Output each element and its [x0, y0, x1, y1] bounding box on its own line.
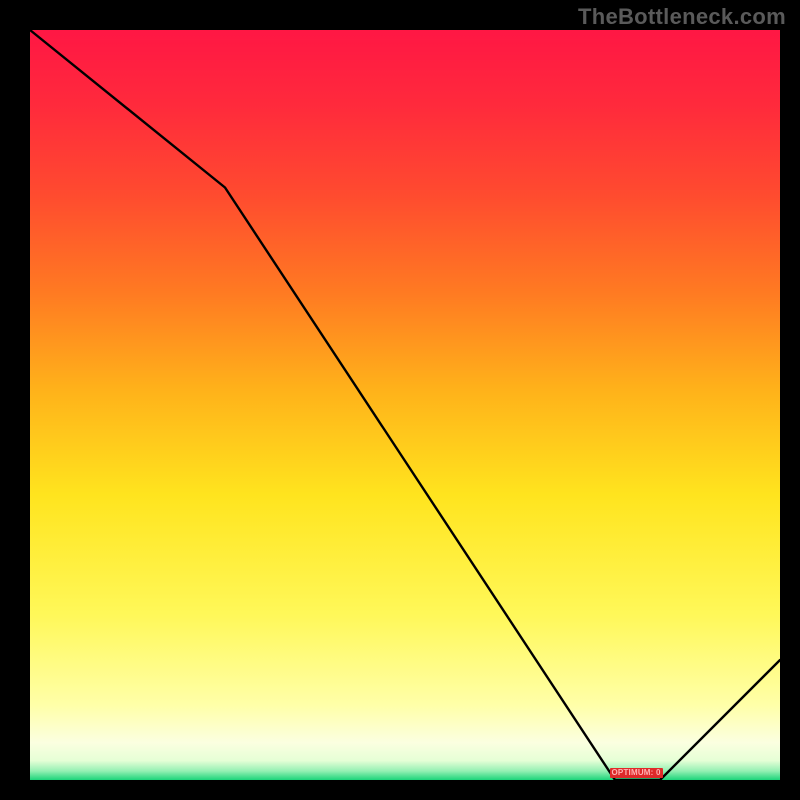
optimum-pill: OPTIMUM: 0	[610, 768, 663, 778]
chart-container: TheBottleneck.com OPTIMUM: 0	[0, 0, 800, 800]
chart-svg	[0, 0, 800, 800]
watermark-text: TheBottleneck.com	[578, 4, 786, 30]
plot-background	[30, 30, 780, 780]
